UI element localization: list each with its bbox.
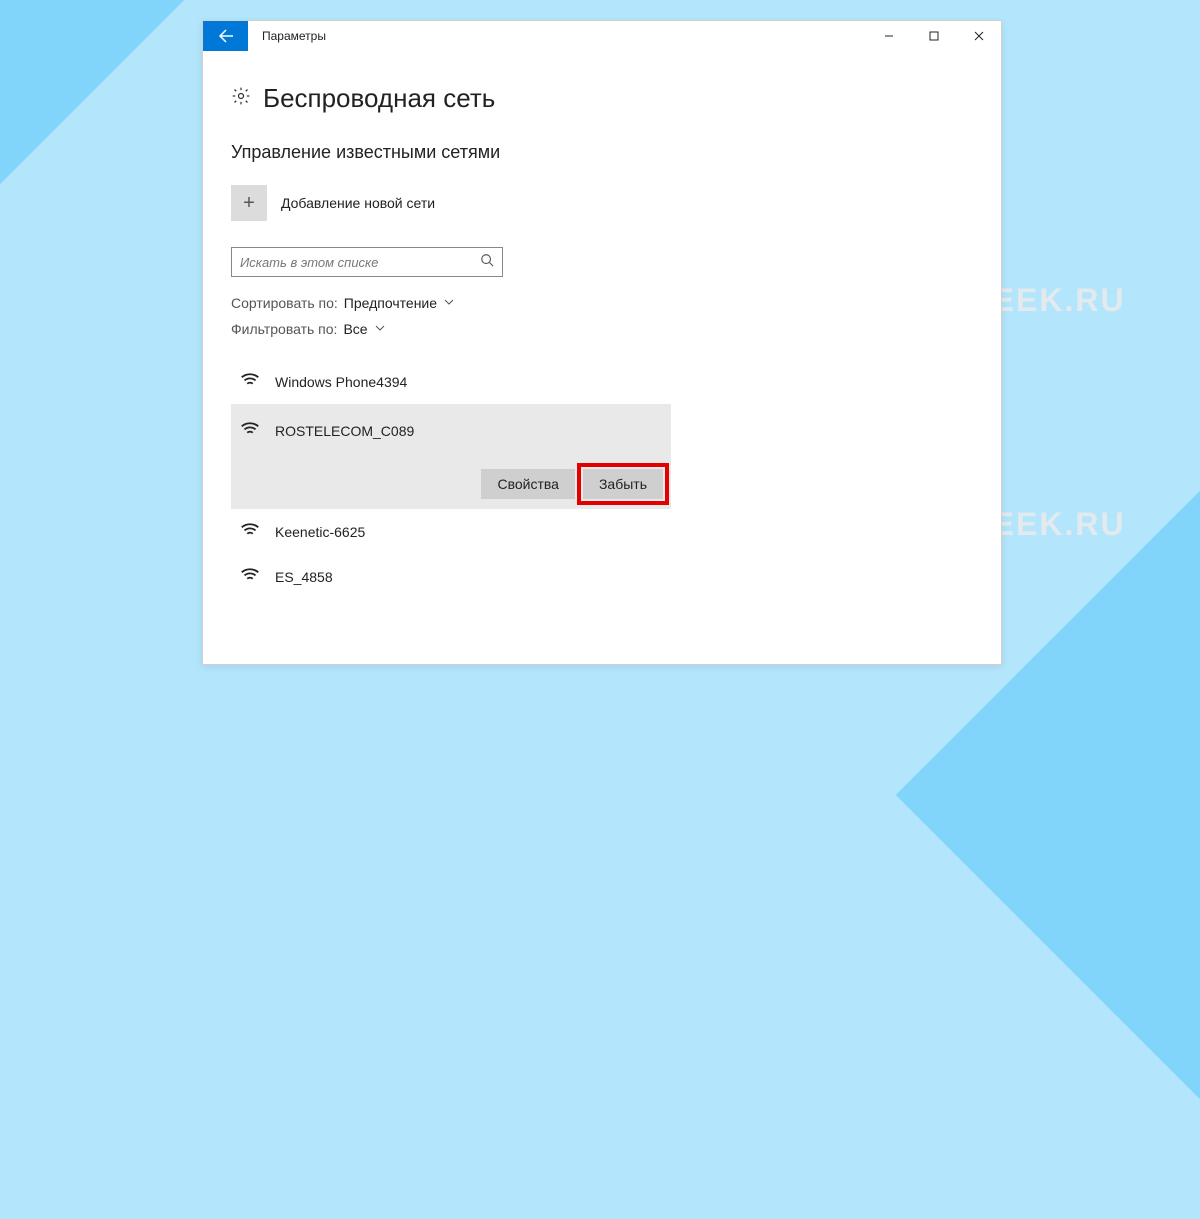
network-item-selected[interactable]: ROSTELECOM_C089 Свойства Забыть	[231, 404, 671, 509]
titlebar: Параметры	[203, 21, 1001, 51]
close-button[interactable]	[956, 21, 1001, 51]
network-name: Keenetic-6625	[275, 524, 365, 540]
network-item[interactable]: Windows Phone4394	[231, 359, 671, 404]
wifi-icon	[239, 519, 261, 544]
properties-button[interactable]: Свойства	[481, 469, 574, 499]
wifi-icon	[239, 418, 261, 443]
network-list: Windows Phone4394 ROSTELECOM_C089 Свойст…	[231, 359, 973, 599]
filter-section: Сортировать по: Предпочтение Фильтровать…	[231, 295, 973, 337]
filter-label: Фильтровать по:	[231, 321, 337, 337]
network-name: ROSTELECOM_C089	[275, 423, 414, 439]
add-network-button[interactable]: + Добавление новой сети	[231, 185, 973, 221]
section-title: Управление известными сетями	[231, 142, 973, 163]
settings-window: Параметры Беспроводная сеть Управление	[202, 20, 1002, 665]
add-network-label: Добавление новой сети	[281, 195, 435, 211]
forget-button[interactable]: Забыть	[583, 469, 663, 499]
sort-value: Предпочтение	[344, 295, 437, 311]
search-input[interactable]	[240, 255, 480, 270]
network-item[interactable]: Keenetic-6625	[231, 509, 671, 554]
chevron-down-icon	[443, 295, 455, 311]
page-header: Беспроводная сеть	[231, 83, 973, 114]
page-title: Беспроводная сеть	[263, 83, 495, 114]
network-item[interactable]: ES_4858	[231, 554, 671, 599]
chevron-down-icon	[374, 321, 386, 337]
network-name: ES_4858	[275, 569, 333, 585]
window-title: Параметры	[248, 21, 866, 51]
gear-icon	[231, 86, 251, 111]
filter-dropdown[interactable]: Фильтровать по: Все	[231, 321, 973, 337]
minimize-button[interactable]	[866, 21, 911, 51]
search-input-container	[231, 247, 503, 277]
content-area: Беспроводная сеть Управление известными …	[203, 51, 1001, 664]
wifi-icon	[239, 369, 261, 394]
search-icon[interactable]	[480, 253, 494, 272]
back-button[interactable]	[203, 21, 248, 51]
network-name: Windows Phone4394	[275, 374, 407, 390]
plus-icon: +	[231, 185, 267, 221]
maximize-button[interactable]	[911, 21, 956, 51]
wifi-icon	[239, 564, 261, 589]
window-controls	[866, 21, 1001, 51]
sort-dropdown[interactable]: Сортировать по: Предпочтение	[231, 295, 973, 311]
network-actions: Свойства Забыть	[239, 469, 663, 509]
filter-value: Все	[343, 321, 367, 337]
sort-label: Сортировать по:	[231, 295, 338, 311]
